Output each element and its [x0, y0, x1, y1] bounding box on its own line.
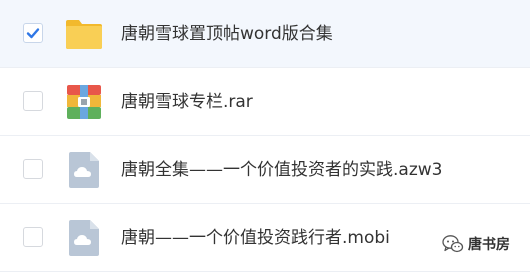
file-name[interactable]: 唐朝雪球专栏.rar	[121, 68, 253, 136]
archive-icon	[67, 85, 101, 119]
file-row-folder[interactable]: 唐朝雪球置顶帖word版合集	[0, 0, 530, 68]
row-checkbox[interactable]	[23, 23, 43, 43]
cloud-document-icon	[69, 220, 99, 256]
row-checkbox[interactable]	[23, 227, 43, 247]
row-checkbox[interactable]	[23, 91, 43, 111]
file-name[interactable]: 唐朝全集——一个价值投资者的实践.azw3	[121, 136, 442, 204]
file-name[interactable]: 唐朝雪球置顶帖word版合集	[121, 0, 333, 68]
watermark: 唐书房	[442, 233, 510, 255]
row-checkbox[interactable]	[23, 159, 43, 179]
file-list: 唐朝雪球置顶帖word版合集 唐朝雪球专栏.rar 唐朝全集——一个价值投资者的…	[0, 0, 530, 272]
file-name[interactable]: 唐朝——一个价值投资践行者.mobi	[121, 204, 390, 272]
folder-icon	[66, 20, 102, 49]
wechat-icon	[442, 235, 464, 253]
checkmark-icon	[26, 28, 40, 39]
cloud-document-icon	[69, 152, 99, 188]
file-row-archive[interactable]: 唐朝雪球专栏.rar	[0, 68, 530, 136]
file-row-document[interactable]: 唐朝全集——一个价值投资者的实践.azw3	[0, 136, 530, 204]
watermark-text: 唐书房	[468, 237, 510, 253]
